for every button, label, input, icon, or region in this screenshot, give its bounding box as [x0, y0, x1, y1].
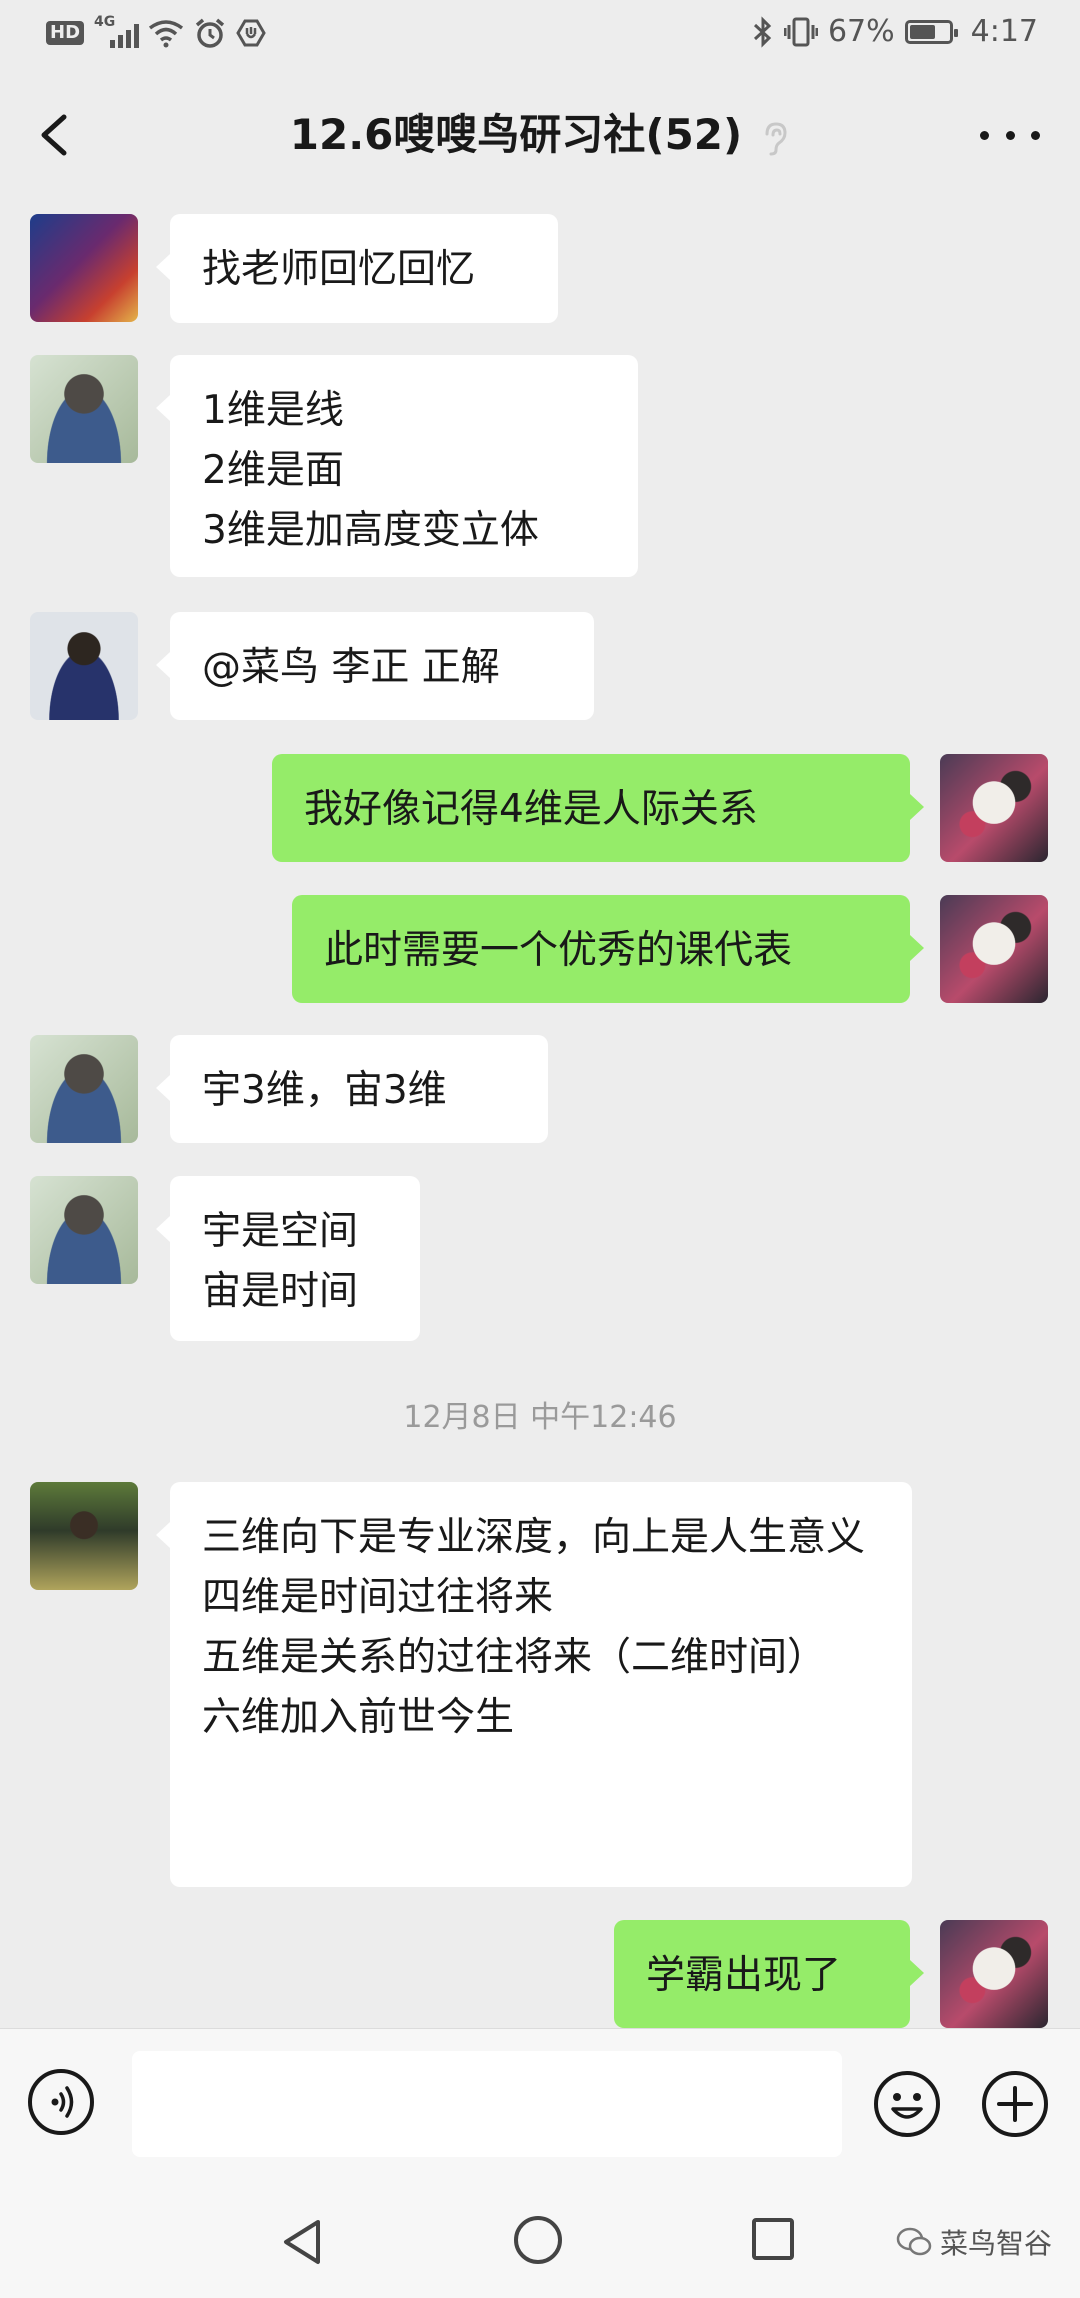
status-left: HD 4G	[46, 14, 266, 50]
vibrate-icon	[783, 17, 818, 46]
battery-percent: 67%	[827, 14, 895, 49]
message-bubble[interactable]: 宇3维，宙3维	[156, 1035, 548, 1143]
nav-recent-icon[interactable]	[752, 2218, 794, 2260]
battery-icon	[904, 19, 958, 44]
voice-icon	[51, 2086, 74, 2118]
more-dot-icon	[1005, 130, 1015, 140]
watermark: 菜鸟智谷	[896, 2222, 1052, 2262]
avatar-self[interactable]	[940, 1920, 1048, 2028]
message-bubble[interactable]: 宇是空间 宙是时间	[156, 1176, 420, 1341]
chat-title-wrap: 12.6嗖嗖鸟研习社(52)	[0, 105, 1080, 165]
status-bar: HD 4G 67% 4:17	[0, 0, 1080, 70]
more-dot-icon	[980, 130, 989, 140]
message-bubble[interactable]: 三维向下是专业深度，向上是人生意义 四维是时间过往将来 五维是关系的过往将来（二…	[156, 1482, 912, 1887]
more-options-button[interactable]	[980, 117, 1040, 153]
avatar[interactable]	[30, 214, 138, 322]
cellular-signal-icon: 4G	[94, 14, 140, 50]
nav-back-icon	[284, 2220, 320, 2264]
chat-title: 12.6嗖嗖鸟研习社(52)	[289, 110, 743, 159]
voice-input-button[interactable]	[28, 2069, 94, 2135]
message-bubble[interactable]: 我好像记得4维是人际关系	[272, 754, 924, 862]
avatar-self[interactable]	[940, 754, 1048, 862]
wechat-logo-icon	[896, 2227, 932, 2256]
input-bar	[0, 2028, 1080, 2189]
wifi-icon	[148, 20, 184, 48]
status-right: 67% 4:17	[752, 14, 1038, 49]
avatar-self[interactable]	[940, 895, 1048, 1003]
more-functions-button[interactable]	[980, 2069, 1050, 2139]
nav-home-icon[interactable]	[514, 2216, 562, 2264]
hd-badge: HD	[46, 21, 85, 45]
more-dot-icon	[1031, 130, 1040, 140]
chat-header: 12.6嗖嗖鸟研习社(52)	[0, 85, 1080, 185]
avatar[interactable]	[30, 1482, 138, 1590]
message-bubble[interactable]: 找老师回忆回忆	[156, 214, 558, 323]
message-bubble[interactable]: 此时需要一个优秀的课代表	[292, 895, 924, 1003]
avatar[interactable]	[30, 355, 138, 463]
bluetooth-icon	[753, 15, 772, 48]
system-nav-bar: 菜鸟智谷	[0, 2188, 1080, 2298]
message-bubble[interactable]: 1维是线 2维是面 3维是加高度变立体	[156, 355, 638, 577]
nav-back-button[interactable]	[280, 2218, 324, 2270]
avatar[interactable]	[30, 612, 138, 720]
clock: 4:17	[970, 14, 1038, 49]
earpiece-mode-icon	[765, 121, 787, 155]
alarm-icon	[195, 18, 225, 48]
plus-icon	[982, 2071, 1048, 2137]
watermark-text: 菜鸟智谷	[939, 2227, 1052, 2260]
avatar[interactable]	[30, 1176, 138, 1284]
message-timestamp: 12月8日 中午12:46	[403, 1400, 677, 1435]
emoji-icon	[874, 2071, 940, 2137]
message-bubble[interactable]: 学霸出现了	[614, 1920, 924, 2028]
message-input[interactable]	[132, 2051, 842, 2157]
avatar[interactable]	[30, 1035, 138, 1143]
message-bubble[interactable]: @菜鸟 李正 正解	[156, 612, 594, 720]
emoji-button[interactable]	[872, 2069, 942, 2139]
shield-icon	[236, 19, 266, 47]
